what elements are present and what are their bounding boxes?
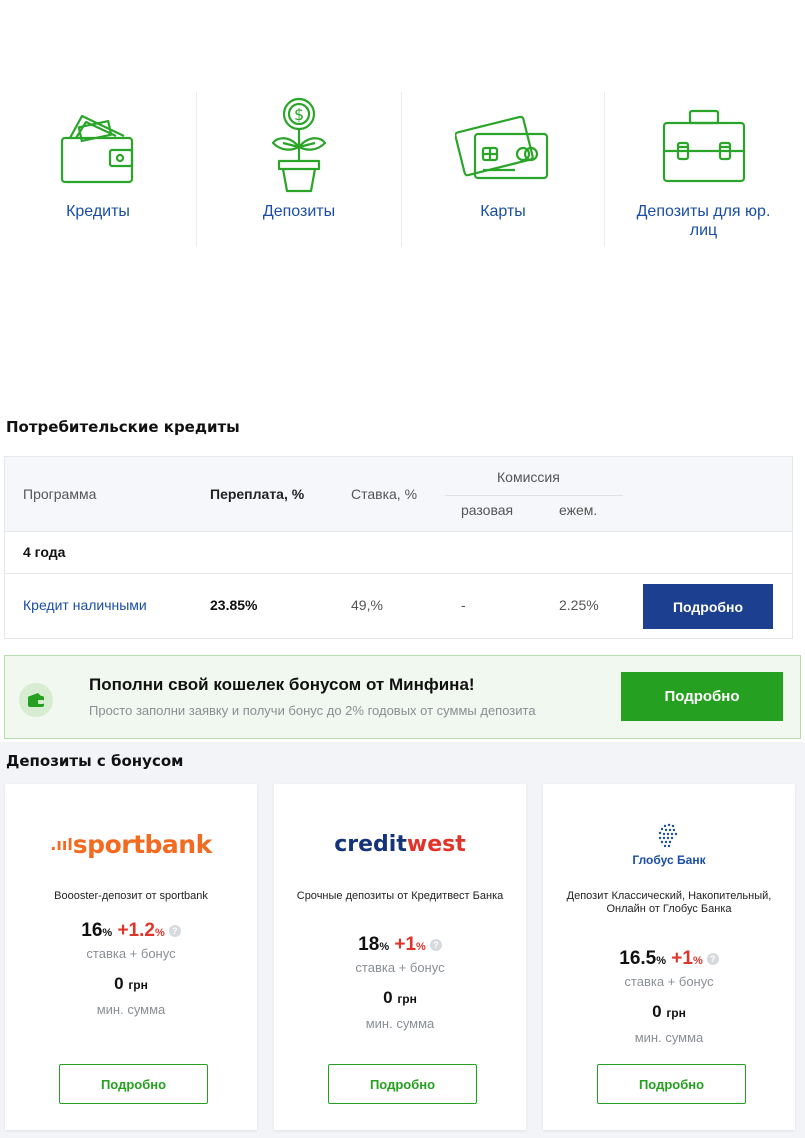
rate-value: 49,% (351, 597, 383, 613)
header-one-time: разовая (461, 502, 514, 518)
deposit-details-button[interactable]: Подробно (328, 1064, 477, 1104)
category-label: Карты (480, 203, 526, 220)
table-row: Кредит наличными 23.85% 49,% - 2.25% Под… (5, 574, 792, 639)
overpay-value: 23.85% (210, 597, 258, 613)
min-amount: 0 грн (114, 974, 148, 993)
table-header: Программа Переплата, % Ставка, % Комисси… (5, 457, 792, 532)
program-link[interactable]: Кредит наличными (23, 597, 147, 613)
deposit-card: credit west Срочные депозиты от Кредитвес… (274, 784, 526, 1130)
promo-details-button[interactable]: Подробно (621, 672, 783, 721)
deposit-rate: 16% +1.2%? (5, 920, 257, 942)
header-program: Программа (23, 486, 97, 502)
monthly-value: 2.25% (559, 597, 599, 613)
sportbank-logo: .ııl sportbank (50, 829, 212, 859)
credits-table: Программа Переплата, % Ставка, % Комисси… (4, 456, 793, 639)
page: Кредиты $ Депозиты Карты Депозиты для юр… (0, 0, 805, 1138)
deposits-section: Депозиты с бонусом .ııl sportbank Boooste… (0, 742, 805, 1138)
rate-label: ставка + бонус (86, 946, 176, 961)
details-button[interactable]: Подробно (643, 584, 773, 629)
deposit-details-button[interactable]: Подробно (59, 1064, 208, 1104)
deposit-name: Депозит Классический, Накопительный, Онл… (566, 890, 772, 915)
min-amount: 0 грн (652, 1002, 686, 1021)
deposit-rate: 18% +1%? (274, 934, 526, 956)
briefcase-icon (658, 92, 750, 202)
min-label: мин. сумма (634, 1030, 704, 1045)
min-label: мин. сумма (96, 1002, 166, 1017)
header-commission: Комиссия (497, 469, 560, 485)
deposit-name: Срочные депозиты от Кредитвест Банка (296, 890, 504, 902)
deposit-rate: 16.5% +1%? (543, 948, 795, 970)
promo-title: Пополни свой кошелек бонусом от Минфина! (89, 675, 475, 694)
category-business-deposits[interactable]: Депозиты для юр. лиц (605, 92, 802, 247)
header-overpay: Переплата, % (210, 486, 305, 502)
category-label: Депозиты для юр. лиц (636, 203, 771, 239)
commission-divider (445, 495, 623, 496)
header-monthly: ежем. (559, 502, 598, 518)
rate-label: ставка + бонус (355, 960, 445, 975)
help-icon[interactable]: ? (429, 938, 442, 951)
deposit-card: Глобус Банк Депозит Классический, Накопи… (543, 784, 795, 1130)
globus-bank-logo: Глобус Банк (543, 814, 795, 874)
cards-icon (455, 92, 551, 202)
deposit-details-button[interactable]: Подробно (597, 1064, 746, 1104)
category-cards[interactable]: Карты (402, 92, 604, 247)
one-time-value: - (461, 597, 466, 613)
category-credits[interactable]: Кредиты (0, 92, 196, 247)
min-label: мин. сумма (365, 1016, 435, 1031)
globe-icon (658, 823, 678, 848)
deposit-card: .ııl sportbank Boooster-депозит от sportb… (5, 784, 257, 1130)
wallet-icon (19, 683, 53, 717)
promo-banner: Пополни свой кошелек бонусом от Минфина!… (4, 655, 801, 739)
group-label: 4 года (23, 544, 66, 560)
help-icon[interactable]: ? (706, 952, 719, 965)
section-title-credits: Потребительские кредиты (6, 418, 240, 436)
category-label: Кредиты (66, 203, 130, 220)
category-nav: Кредиты $ Депозиты Карты Депозиты для юр… (0, 92, 805, 247)
table-group-row: 4 года (5, 532, 792, 574)
category-label: Депозиты (262, 203, 336, 220)
header-rate: Ставка, % (351, 486, 418, 502)
rate-label: ставка + бонус (624, 974, 714, 989)
money-plant-icon: $ (269, 92, 329, 202)
min-amount: 0 грн (383, 988, 417, 1007)
section-title-deposits: Депозиты с бонусом (6, 752, 184, 770)
deposit-name: Boooster-депозит от sportbank (54, 890, 208, 902)
svg-text:$: $ (294, 105, 304, 124)
category-deposits[interactable]: $ Депозиты (197, 92, 401, 247)
help-icon[interactable]: ? (168, 924, 181, 937)
creditwest-logo: credit west (334, 831, 466, 857)
promo-subtitle: Просто заполни заявку и получи бонус до … (89, 703, 536, 718)
wallet-icon (58, 92, 138, 202)
